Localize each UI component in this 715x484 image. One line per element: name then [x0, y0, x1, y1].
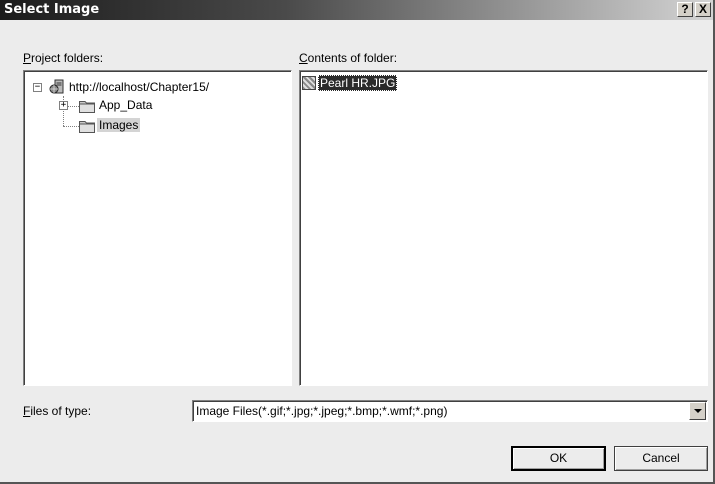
expand-icon[interactable]: +: [59, 101, 68, 110]
contents-of-folder-label: Contents of folder:: [299, 51, 397, 65]
files-of-type-select[interactable]: Image Files(*.gif;*.jpg;*.jpeg;*.bmp;*.w…: [192, 400, 708, 422]
contents-label-text: ontents of folder:: [307, 51, 398, 65]
project-folders-label: Project folders:: [23, 51, 103, 65]
close-button[interactable]: X: [695, 2, 711, 17]
folder-contents-list[interactable]: Pearl HR.JPG: [299, 70, 708, 386]
window-title: Select Image: [4, 2, 100, 17]
cancel-button[interactable]: Cancel: [614, 446, 708, 471]
web-server-icon: [49, 79, 64, 94]
project-folders-accel: P: [23, 51, 32, 65]
select-image-dialog: Select Image ? X Project folders: Conten…: [0, 0, 715, 484]
files-of-type-value: Image Files(*.gif;*.jpg;*.jpeg;*.bmp;*.w…: [196, 404, 448, 418]
collapse-icon[interactable]: −: [33, 83, 42, 92]
help-button[interactable]: ?: [677, 2, 693, 17]
title-bar[interactable]: Select Image ? X: [0, 0, 713, 20]
files-of-type-label: Files of type:: [23, 404, 91, 418]
chevron-down-icon: [694, 409, 702, 413]
tree-item-label: App_Data: [99, 98, 153, 112]
ok-button[interactable]: OK: [511, 446, 606, 471]
project-folders-tree[interactable]: − http://localhost/Chapter15/ + App_Data: [23, 70, 292, 386]
files-of-type-label-text: iles of type:: [30, 404, 92, 418]
folder-icon: [79, 121, 95, 133]
dropdown-button[interactable]: [689, 402, 706, 420]
project-folders-label-text: roject folders:: [31, 51, 104, 65]
folder-icon: [79, 101, 95, 113]
file-name: Pearl HR.JPG: [318, 75, 398, 91]
tree-item-label: Images: [97, 118, 141, 132]
tree-connector: [63, 126, 79, 127]
image-file-icon: [302, 76, 316, 90]
contents-accel: C: [299, 51, 308, 65]
tree-root-label: http://localhost/Chapter15/: [69, 80, 210, 94]
